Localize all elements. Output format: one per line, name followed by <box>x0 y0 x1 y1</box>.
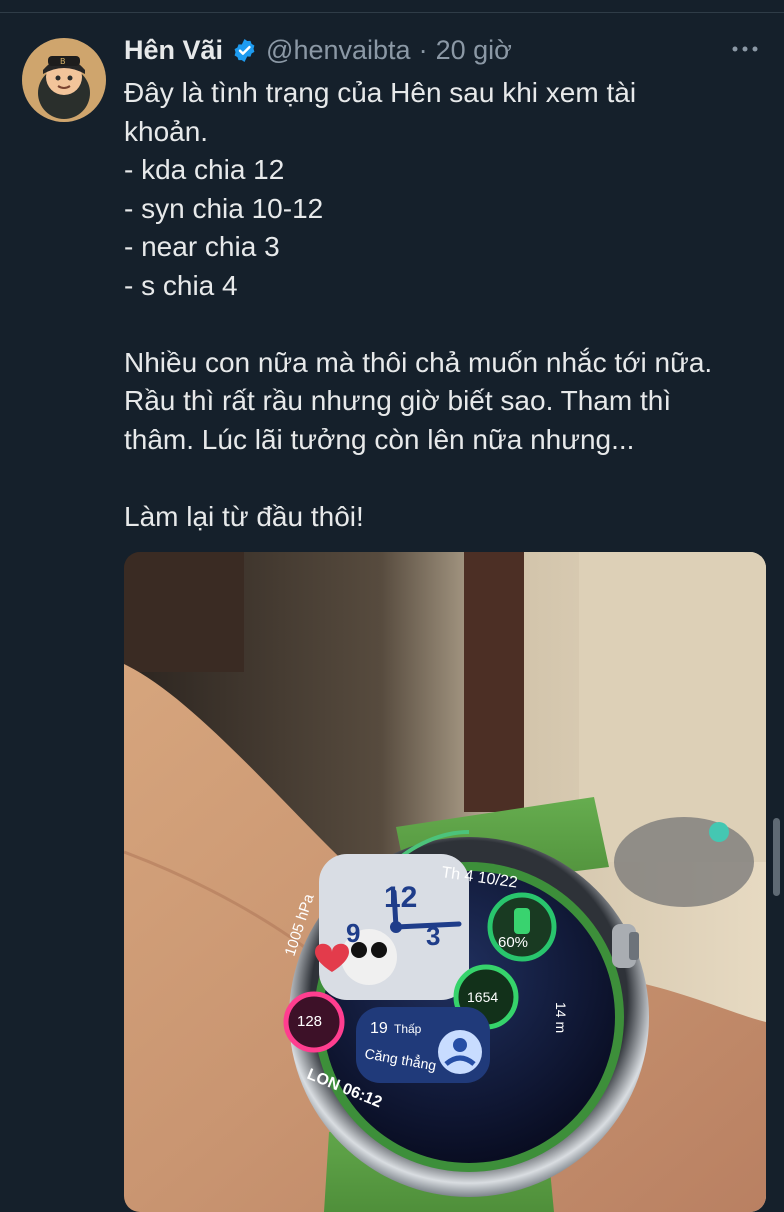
tweet-photo[interactable]: Th 4 10/22 12 9 3 1005 hPa 60% 1654 14 m… <box>124 552 766 1212</box>
svg-text:B: B <box>60 57 66 66</box>
tweet-time[interactable]: 20 giờ <box>436 35 512 66</box>
tweet-text-line: - syn chia 10-12 <box>124 192 324 224</box>
verified-badge-icon <box>234 38 255 62</box>
watch-distance: 14 m <box>553 1002 569 1033</box>
author-handle[interactable]: @henvaibta <box>266 35 411 66</box>
avatar-cartoon-boy-icon: B <box>22 38 106 122</box>
tweet-text-line: Rầu thì rất rầu nhưng giờ biết sao. Tham… <box>124 385 672 416</box>
tweet-text: Đây là tình trạng của Hên sau khi xem tà… <box>124 74 754 536</box>
smartwatch-photo: Th 4 10/22 12 9 3 1005 hPa 60% 1654 14 m… <box>124 552 766 1212</box>
tweet-text-line: - near chia 3 <box>124 231 280 262</box>
tweet-text-line: Nhiều con nữa mà thôi chả muốn nhắc tới … <box>124 346 713 378</box>
tweet-text-line: Làm lại từ đầu thôi! <box>124 500 364 532</box>
watch-heart-rate: 128 <box>297 1013 322 1030</box>
watch-stress-value: 19 <box>370 1020 388 1037</box>
watch-big-hour: 12 <box>384 881 417 914</box>
top-divider <box>0 0 784 13</box>
tweet-text-line: thâm. Lúc lãi tưởng còn lên nữa nhưng... <box>124 423 635 455</box>
tweet-text-line: Đây là tình trạng của Hên sau khi xem tà… <box>124 77 637 108</box>
tweet-header: Hên Vãi @henvaibta · 20 giờ <box>124 30 512 70</box>
tweet-text-line: - s chia 4 <box>124 269 238 301</box>
watch-battery: 60% <box>498 934 528 951</box>
watch-steps: 1654 <box>467 989 498 1005</box>
author-name[interactable]: Hên Vãi <box>124 35 223 66</box>
tweet-text-line: - kda chia 12 <box>124 154 285 185</box>
watch-right-digit: 3 <box>426 921 440 951</box>
tweet-text-line: khoản. <box>124 115 209 147</box>
author-avatar[interactable]: B <box>22 38 106 122</box>
watch-left-digit: 9 <box>346 918 360 948</box>
more-options-icon[interactable] <box>728 37 762 61</box>
watch-stress-level: Thấp <box>394 1022 422 1036</box>
header-separator: · <box>418 34 428 65</box>
page-scrollbar[interactable] <box>773 818 780 896</box>
